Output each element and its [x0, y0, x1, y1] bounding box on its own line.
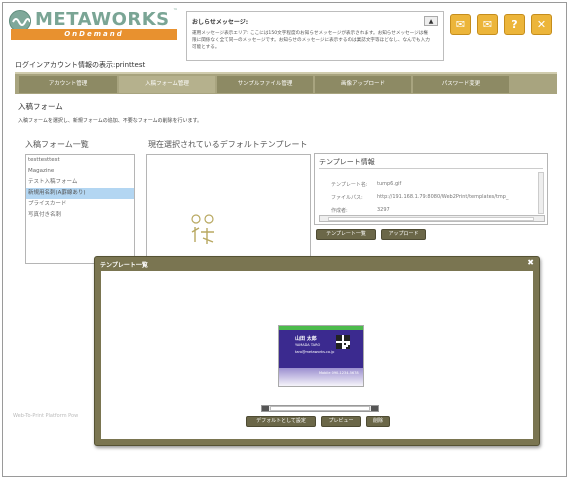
- notice-scroll-up-button[interactable]: ▲: [424, 16, 438, 26]
- info-value-path: http://191.168.1.79:8080/Web2Print/templ…: [377, 194, 509, 200]
- tab-image-upload[interactable]: 画像アップロード: [315, 76, 411, 93]
- delete-button[interactable]: 削除: [366, 416, 390, 427]
- upload-button[interactable]: アップロード: [381, 229, 426, 240]
- current-template-title: 現在選択されているデフォルトテンプレート: [148, 140, 308, 149]
- tab-sample-files[interactable]: サンプルファイル管理: [217, 76, 313, 93]
- form-list-title: 入稿フォーム一覧: [25, 140, 89, 149]
- info-label-path: ファイルパス:: [331, 195, 363, 201]
- page-description: 入稿フォームを選択し、新規フォームの追加、不要なフォームの削除を行います。: [18, 118, 203, 124]
- divider: [319, 168, 543, 169]
- qr-code-icon: [336, 335, 350, 349]
- scroll-thumb[interactable]: [328, 217, 534, 221]
- template-info-panel: テンプレート情報 テンプレート名: tump6.gif ファイルパス: http…: [314, 153, 548, 225]
- notice-panel: おしらせメッセージ: 運用メッセージ表示エリア: ここには150文字程度のお知ら…: [186, 11, 444, 61]
- app-window: METAWORKS ™ OnDemand おしらせメッセージ: 運用メッセージ表…: [2, 2, 567, 477]
- close-icon[interactable]: ✕: [531, 14, 552, 35]
- tab-password[interactable]: パスワード変更: [413, 76, 509, 93]
- trademark: ™: [173, 8, 178, 14]
- info-label-author: 作成者:: [331, 208, 348, 214]
- dialog-close-icon[interactable]: ✖: [527, 258, 534, 267]
- notice-title: おしらせメッセージ:: [192, 19, 249, 26]
- list-item[interactable]: 写真付き名刺: [26, 210, 134, 221]
- tab-account[interactable]: アカウント管理: [19, 76, 117, 93]
- info-label-name: テンプレート名:: [331, 182, 368, 188]
- form-list[interactable]: testtesttest Magazine テスト入稿フォーム 新規用名刺(A罫…: [25, 154, 135, 264]
- card-phone: Mobile 090-1234-5678: [319, 371, 359, 375]
- current-template-preview: [146, 154, 311, 264]
- help-icon[interactable]: ?: [504, 14, 525, 35]
- brand-tagline: OnDemand: [11, 29, 177, 40]
- info-vertical-scrollbar[interactable]: [538, 172, 544, 214]
- template-list-button[interactable]: テンプレート一覧: [316, 229, 376, 240]
- info-horizontal-scrollbar[interactable]: [319, 215, 545, 222]
- set-default-button[interactable]: デフォルトとして設定: [246, 416, 316, 427]
- notice-body: 運用メッセージ表示エリア: ここには150文字程度のお知らせメッセージが表示され…: [192, 31, 430, 50]
- tab-form-management[interactable]: 入稿フォーム管理: [119, 76, 215, 93]
- list-item[interactable]: プライスカード: [26, 199, 134, 210]
- template-info-title: テンプレート情報: [319, 158, 375, 166]
- scroll-right-arrow-icon[interactable]: [371, 406, 378, 411]
- page-title: 入稿フォーム: [18, 102, 63, 111]
- scroll-thumb[interactable]: [270, 406, 370, 411]
- card-name: 山田 太郎: [295, 336, 317, 342]
- preview-button[interactable]: プレビュー: [321, 416, 361, 427]
- card-romaji: YAMADA TARO: [295, 343, 321, 347]
- metaworks-logo: METAWORKS ™ OnDemand: [7, 6, 178, 40]
- dialog-title: テンプレート一覧: [100, 262, 148, 269]
- message-icon[interactable]: ✉: [450, 14, 471, 35]
- list-item[interactable]: テスト入稿フォーム: [26, 177, 134, 188]
- list-item[interactable]: Magazine: [26, 166, 134, 177]
- card-email: taro@metaworks.co.jp: [295, 350, 335, 354]
- login-info: ログインアカウント情報の表示:printtest: [15, 61, 146, 69]
- business-card-template[interactable]: 山田 太郎 YAMADA TARO taro@metaworks.co.jp M…: [278, 325, 364, 387]
- brand-name: METAWORKS: [35, 9, 170, 30]
- info-value-name: tump6.gif: [377, 181, 402, 187]
- template-carousel-scrollbar[interactable]: [261, 405, 379, 412]
- template-thumbnail-icon: [191, 214, 214, 244]
- template-list-dialog: テンプレート一覧 ✖ 山田 太郎 YAMADA TARO taro@metawo…: [94, 256, 540, 446]
- info-value-author: 3297: [377, 207, 390, 213]
- footer-text: Web-To-Print Platform Pow: [13, 413, 79, 419]
- dialog-body: 山田 太郎 YAMADA TARO taro@metaworks.co.jp M…: [101, 271, 533, 439]
- list-item[interactable]: testtesttest: [26, 155, 134, 166]
- main-tabs: アカウント管理 入稿フォーム管理 サンプルファイル管理 画像アップロード パスワ…: [15, 72, 557, 94]
- list-item[interactable]: 新規用名刺(A罫線あり): [26, 188, 134, 199]
- card-band: [279, 330, 363, 368]
- scroll-left-arrow-icon[interactable]: [262, 406, 269, 411]
- mail-icon[interactable]: ✉: [477, 14, 498, 35]
